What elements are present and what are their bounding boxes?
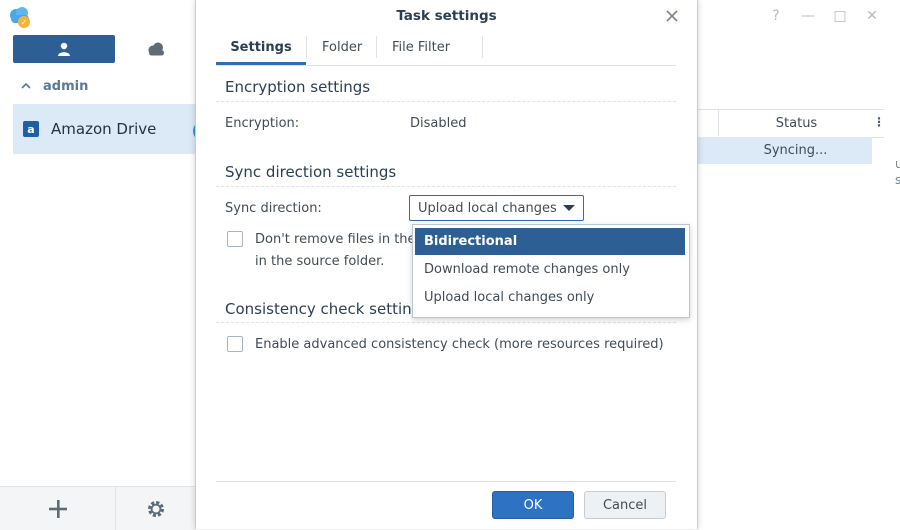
cloud-sync-logo-icon: ✓ bbox=[7, 5, 33, 31]
encryption-label: Encryption: bbox=[225, 116, 300, 131]
svg-text:a: a bbox=[27, 123, 34, 136]
consistency-label: Enable advanced consistency check (more … bbox=[255, 337, 664, 352]
column-header-status[interactable]: Status bbox=[718, 110, 874, 136]
option-label: Download remote changes only bbox=[424, 262, 630, 277]
sync-direction-dropdown: Bidirectional Download remote changes on… bbox=[412, 224, 690, 318]
dont-remove-checkbox[interactable] bbox=[227, 231, 243, 247]
tab-file-filter[interactable]: File Filter bbox=[392, 32, 450, 62]
dont-remove-label-line2: in the source folder. bbox=[255, 254, 385, 269]
close-icon[interactable] bbox=[664, 8, 680, 24]
tab-cloud[interactable] bbox=[117, 35, 195, 63]
dialog-title: Task settings bbox=[396, 8, 497, 24]
consistency-checkbox[interactable] bbox=[227, 336, 243, 352]
tab-divider bbox=[482, 36, 483, 58]
add-connection-button[interactable] bbox=[0, 487, 116, 530]
tab-divider bbox=[306, 36, 307, 58]
connection-name: Amazon Drive bbox=[51, 120, 157, 138]
user-group-header[interactable]: admin bbox=[13, 74, 196, 98]
sync-direction-value: Upload local changes o bbox=[418, 200, 558, 216]
option-download-remote[interactable]: Download remote changes only bbox=[415, 256, 685, 283]
encryption-section-title: Encryption settings bbox=[225, 78, 371, 96]
dialog-tabs: Settings Folder File Filter bbox=[216, 32, 676, 66]
cloud-icon bbox=[148, 42, 164, 56]
clipped-text: u bbox=[895, 157, 900, 171]
sync-section-title: Sync direction settings bbox=[225, 163, 397, 181]
chevron-up-icon bbox=[21, 82, 31, 89]
sync-direction-select[interactable]: Upload local changes o bbox=[409, 195, 584, 221]
sync-direction-label: Sync direction: bbox=[225, 201, 322, 216]
tab-folder[interactable]: Folder bbox=[322, 32, 362, 62]
dont-remove-label: Don't remove files in the c bbox=[255, 232, 427, 247]
tab-users[interactable] bbox=[13, 35, 115, 63]
user-icon bbox=[58, 42, 70, 56]
minimize-icon[interactable]: — bbox=[800, 8, 816, 24]
help-icon[interactable]: ? bbox=[768, 8, 784, 24]
dropdown-arrow-icon bbox=[563, 205, 575, 211]
tab-settings[interactable]: Settings bbox=[216, 32, 306, 65]
encryption-value: Disabled bbox=[410, 116, 467, 131]
window-controls: ? — □ ✕ bbox=[764, 8, 894, 26]
option-label: Bidirectional bbox=[424, 234, 518, 249]
ok-button[interactable]: OK bbox=[492, 491, 574, 519]
cancel-button[interactable]: Cancel bbox=[584, 491, 666, 519]
gear-icon bbox=[147, 500, 165, 517]
app-sidebar: ✓ admin a Amazon Drive bbox=[0, 0, 203, 530]
column-menu-icon[interactable]: ⋮ bbox=[873, 113, 885, 131]
settings-button[interactable] bbox=[116, 487, 196, 530]
dialog-footer-divider bbox=[216, 481, 676, 482]
option-bidirectional[interactable]: Bidirectional bbox=[415, 228, 685, 255]
section-divider bbox=[216, 101, 676, 102]
consistency-section-title: Consistency check settin bbox=[225, 300, 412, 318]
clipped-text: s bbox=[895, 173, 900, 187]
plus-icon bbox=[48, 499, 67, 518]
sidebar-toolbar bbox=[0, 486, 196, 530]
sidebar-tabbar bbox=[13, 35, 195, 64]
option-label: Upload local changes only bbox=[424, 290, 595, 305]
svg-text:✓: ✓ bbox=[21, 18, 28, 27]
section-divider bbox=[216, 186, 676, 187]
connection-item[interactable]: a Amazon Drive bbox=[13, 104, 196, 154]
maximize-icon[interactable]: □ bbox=[832, 8, 848, 24]
section-divider bbox=[216, 322, 676, 323]
close-window-icon[interactable]: ✕ bbox=[864, 8, 880, 24]
user-group-label: admin bbox=[43, 78, 89, 94]
status-cell: Syncing... bbox=[763, 143, 828, 158]
amazon-drive-icon: a bbox=[23, 121, 39, 137]
option-upload-local[interactable]: Upload local changes only bbox=[415, 284, 685, 311]
tab-divider bbox=[376, 36, 377, 58]
